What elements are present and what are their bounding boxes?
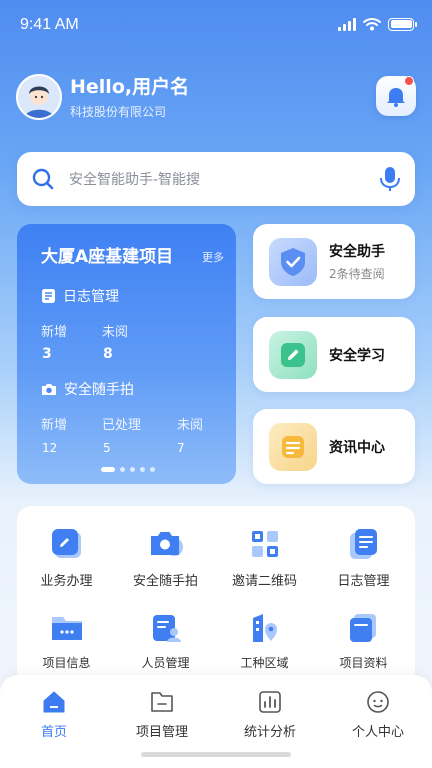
photo-stat-value: 5	[103, 441, 111, 455]
log-section-title: 日志管理	[63, 289, 119, 305]
company-name: 科技股份有限公司	[70, 105, 167, 119]
camera-icon	[42, 384, 56, 395]
person-card-icon	[148, 610, 184, 646]
tab-personal-center[interactable]: 个人中心	[324, 689, 432, 740]
log-section-header: 日志管理	[41, 286, 119, 306]
log-stat-value: 3	[42, 346, 52, 362]
news-icon	[269, 422, 317, 471]
user-header: Hello,用户名 科技股份有限公司	[16, 72, 416, 122]
qrcode-icon	[247, 526, 283, 562]
notification-badge	[404, 76, 414, 86]
grid-item-label: 人员管理	[141, 656, 190, 670]
tab-home[interactable]: 首页	[0, 689, 108, 740]
tab-statistics[interactable]: 统计分析	[216, 689, 324, 740]
pencil-icon	[269, 330, 317, 379]
search-icon	[32, 168, 54, 190]
home-indicator	[141, 752, 291, 757]
status-icons	[338, 17, 417, 31]
grid-item-label: 项目信息	[42, 656, 91, 670]
photo-stat-label: 已处理	[102, 418, 142, 433]
avatar-face-icon	[18, 76, 60, 118]
shield-check-icon	[269, 237, 317, 286]
carousel-pagination[interactable]	[101, 467, 155, 472]
side-card-safety-learning[interactable]: 安全学习	[253, 317, 415, 392]
folder-icon	[49, 610, 85, 646]
photo-section-title: 安全随手拍	[64, 382, 134, 398]
edit-icon	[49, 526, 85, 562]
grid-item-label: 项目资料	[339, 656, 388, 670]
side-card-title: 安全助手	[329, 244, 385, 260]
carousel-dot[interactable]	[120, 467, 125, 472]
carousel-dot[interactable]	[130, 467, 135, 472]
tab-project-management[interactable]: 项目管理	[108, 689, 216, 740]
files-icon	[346, 610, 382, 646]
carousel-dot-active[interactable]	[101, 467, 115, 472]
side-card-title: 资讯中心	[329, 439, 385, 456]
home-icon	[43, 691, 65, 713]
document-icon	[42, 289, 55, 303]
function-grid: 业务办理 安全随手拍 邀请二维码 日志管理 项目信息 人员管理 工种区域 项目资…	[17, 506, 415, 696]
side-card-news-center[interactable]: 资讯中心	[253, 409, 415, 484]
log-stat-label: 未阅	[102, 325, 129, 340]
location-building-icon	[247, 610, 283, 646]
grid-item-label: 日志管理	[337, 574, 390, 589]
folder-tab-icon	[151, 692, 173, 712]
status-bar: 9:41 AM	[0, 0, 432, 50]
carousel-dot[interactable]	[150, 467, 155, 472]
photo-stat-label: 未阅	[177, 418, 204, 433]
tab-label: 项目管理	[135, 725, 188, 740]
grid-item-label: 安全随手拍	[132, 574, 198, 589]
photo-stat-value: 7	[177, 441, 185, 455]
document-icon	[346, 526, 382, 562]
side-card-subtitle: 2条待查阅	[329, 267, 385, 281]
side-card-safety-assistant[interactable]: 安全助手 2条待查阅	[253, 224, 415, 299]
search-placeholder: 安全智能助手-智能搜	[69, 172, 201, 188]
grid-item-label: 邀请二维码	[231, 574, 297, 589]
tab-label: 首页	[40, 725, 67, 740]
log-stat-label: 新增	[41, 325, 68, 340]
tab-label: 个人中心	[351, 725, 404, 740]
photo-section-header: 安全随手拍	[41, 379, 134, 399]
greeting-text: Hello,用户名	[70, 76, 190, 98]
grid-item-personnel[interactable]: 人员管理	[116, 610, 215, 671]
grid-item-safety-photo[interactable]: 安全随手拍	[116, 526, 215, 589]
microphone-icon[interactable]	[379, 166, 401, 192]
search-bar[interactable]: 安全智能助手-智能搜	[17, 152, 415, 206]
signal-icon	[338, 17, 356, 31]
log-stat-value: 8	[103, 346, 113, 362]
grid-item-label: 业务办理	[40, 574, 93, 589]
wifi-icon	[363, 18, 381, 31]
user-face-icon	[367, 691, 389, 713]
photo-stat-value: 12	[42, 441, 58, 455]
grid-item-business[interactable]: 业务办理	[17, 526, 116, 589]
project-title: 大厦A座基建项目	[41, 247, 174, 267]
grid-item-project-files[interactable]: 项目资料	[314, 610, 413, 671]
grid-item-project-info[interactable]: 项目信息	[17, 610, 116, 671]
grid-item-work-zone[interactable]: 工种区域	[215, 610, 314, 671]
status-time: 9:41 AM	[20, 16, 79, 33]
bell-icon	[387, 88, 405, 107]
side-card-title: 安全学习	[329, 347, 385, 364]
more-link[interactable]: 更多	[202, 249, 224, 265]
avatar[interactable]	[16, 74, 62, 120]
bar-chart-icon	[259, 691, 281, 713]
notification-button[interactable]	[376, 76, 416, 116]
project-card[interactable]: 大厦A座基建项目 更多 日志管理 新增 未阅 3 8 安全随手拍 新增 已处理 …	[17, 224, 236, 484]
camera-icon	[148, 526, 184, 562]
grid-item-log-management[interactable]: 日志管理	[314, 526, 413, 589]
battery-icon	[388, 17, 417, 31]
grid-item-invite-qrcode[interactable]: 邀请二维码	[215, 526, 314, 589]
carousel-dot[interactable]	[140, 467, 145, 472]
photo-stat-label: 新增	[41, 418, 68, 433]
tab-label: 统计分析	[243, 725, 296, 740]
grid-item-label: 工种区域	[240, 656, 289, 670]
